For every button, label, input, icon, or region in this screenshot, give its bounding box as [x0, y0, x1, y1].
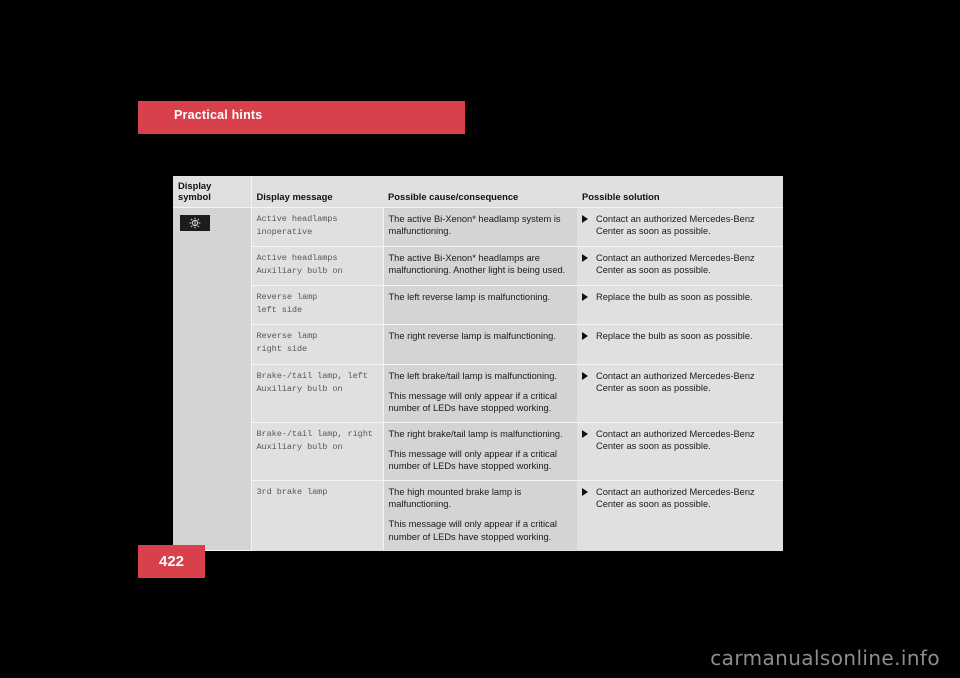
triangle-bullet-icon	[582, 429, 590, 438]
table-row: Brake-/tail lamp, right Auxiliary bulb o…	[173, 422, 783, 481]
solution-text: Contact an authorized Mercedes-Benz Cent…	[596, 253, 755, 276]
table-header-row: Display symbol Display message Possible …	[173, 176, 783, 208]
cause-paragraph: This message will only appear if a criti…	[388, 448, 557, 472]
display-message-text: 3rd brake lamp	[256, 486, 328, 497]
cause-paragraph: The active Bi-Xenon* headlamp system is …	[388, 214, 561, 237]
table-row: Active headlamps Auxiliary bulb on The ac…	[173, 246, 783, 287]
display-message-text: Brake-/tail lamp, right Auxiliary bulb o…	[256, 428, 373, 452]
cell-possible-solution: Contact an authorized Mercedes-Benz Cent…	[577, 246, 783, 287]
solution-item: Replace the bulb as soon as possible.	[582, 291, 777, 303]
solution-text: Contact an authorized Mercedes-Benz Cent…	[596, 214, 755, 237]
cell-display-message: Active headlamps Auxiliary bulb on	[251, 246, 384, 287]
cause-paragraph: The high mounted brake lamp is malfuncti…	[388, 486, 522, 510]
solution-item: Contact an authorized Mercedes-Benz Cent…	[582, 213, 777, 238]
solution-text: Contact an authorized Mercedes-Benz Cent…	[596, 486, 755, 510]
cause-paragraph: The active Bi-Xenon* headlamps are malfu…	[388, 253, 566, 276]
triangle-bullet-icon	[582, 487, 590, 496]
section-tab: Practical hints	[138, 101, 465, 134]
solution-item: Contact an authorized Mercedes-Benz Cent…	[582, 252, 777, 277]
cell-possible-cause: The active Bi-Xenon* headlamps are malfu…	[383, 246, 577, 287]
cause-paragraph: This message will only appear if a criti…	[388, 519, 557, 542]
cell-display-message: Brake-/tail lamp, right Auxiliary bulb o…	[251, 422, 384, 481]
solution-item: Replace the bulb as soon as possible.	[582, 330, 777, 342]
manual-page: Practical hints Display symbol Display m…	[0, 0, 960, 678]
triangle-bullet-icon	[582, 293, 590, 302]
cell-display-message: 3rd brake lamp	[251, 480, 384, 551]
cell-possible-cause: The left reverse lamp is malfunctioning.	[383, 285, 577, 326]
cell-possible-solution: Contact an authorized Mercedes-Benz Cent…	[577, 480, 783, 551]
display-message-text: Reverse lamp left side	[256, 292, 318, 316]
display-messages-table: Display symbol Display message Possible …	[173, 176, 783, 551]
cell-possible-cause: The left brake/tail lamp is malfunctioni…	[383, 364, 577, 423]
display-message-text: Reverse lamp right side	[256, 331, 318, 355]
solution-text: Contact an authorized Mercedes-Benz Cent…	[596, 370, 755, 393]
solution-item: Contact an authorized Mercedes-Benz Cent…	[582, 428, 777, 453]
watermark: carmanualsonline.info	[710, 646, 940, 670]
cell-display-message: Active headlamps inoperative	[251, 207, 384, 248]
table-body: Active headlamps inoperative The active B…	[173, 207, 783, 551]
cause-paragraph: The left reverse lamp is malfunctioning.	[388, 292, 551, 303]
cell-possible-solution: Contact an authorized Mercedes-Benz Cent…	[577, 207, 783, 248]
cell-possible-solution: Replace the bulb as soon as possible.	[577, 324, 783, 365]
triangle-bullet-icon	[582, 254, 590, 263]
column-header-display-message: Display message	[251, 176, 383, 208]
cell-possible-cause: The right reverse lamp is malfunctioning…	[383, 324, 577, 365]
cell-possible-solution: Replace the bulb as soon as possible.	[577, 285, 783, 326]
cause-paragraph: The left brake/tail lamp is malfunctioni…	[388, 370, 557, 381]
column-header-possible-cause: Possible cause/consequence	[383, 176, 577, 208]
display-message-text: Active headlamps inoperative	[256, 214, 338, 238]
cell-possible-solution: Contact an authorized Mercedes-Benz Cent…	[577, 364, 783, 423]
page-number-block: 422	[138, 545, 205, 578]
column-header-possible-solution: Possible solution	[577, 176, 783, 208]
table-row: Active headlamps inoperative The active B…	[173, 207, 783, 551]
table-row: Brake-/tail lamp, left Auxiliary bulb on…	[173, 364, 783, 423]
cell-possible-cause: The right brake/tail lamp is malfunction…	[383, 422, 577, 481]
cell-possible-cause: The active Bi-Xenon* headlamp system is …	[383, 207, 577, 248]
cell-display-message: Reverse lamp right side	[251, 324, 384, 365]
cell-display-symbol	[173, 207, 252, 551]
triangle-bullet-icon	[582, 332, 590, 341]
cell-possible-cause: The high mounted brake lamp is malfuncti…	[383, 480, 577, 551]
solution-item: Contact an authorized Mercedes-Benz Cent…	[582, 370, 777, 395]
column-header-display-symbol: Display symbol	[173, 176, 252, 208]
section-title: Practical hints	[174, 108, 263, 122]
page-number: 422	[158, 553, 185, 570]
table-row: Reverse lamp right side The right reverse…	[173, 324, 783, 365]
cause-paragraph: The right brake/tail lamp is malfunction…	[388, 428, 563, 439]
display-message-text: Brake-/tail lamp, left Auxiliary bulb on	[256, 370, 368, 394]
triangle-bullet-icon	[582, 371, 590, 380]
cause-paragraph: This message will only appear if a criti…	[388, 390, 557, 414]
cause-paragraph: The right reverse lamp is malfunctioning…	[388, 331, 556, 342]
headlamp-indicator-icon	[180, 215, 210, 231]
table-row: 3rd brake lamp The high mounted brake lam…	[173, 480, 783, 551]
cell-display-message: Reverse lamp left side	[251, 285, 384, 326]
display-message-text: Active headlamps Auxiliary bulb on	[256, 253, 343, 277]
solution-text: Contact an authorized Mercedes-Benz Cent…	[596, 428, 755, 451]
triangle-bullet-icon	[582, 215, 590, 223]
cell-possible-solution: Contact an authorized Mercedes-Benz Cent…	[577, 422, 783, 481]
solution-text: Replace the bulb as soon as possible.	[596, 292, 753, 303]
solution-text: Replace the bulb as soon as possible.	[596, 331, 753, 342]
solution-item: Contact an authorized Mercedes-Benz Cent…	[582, 486, 777, 511]
cell-display-message: Brake-/tail lamp, left Auxiliary bulb on	[251, 364, 384, 423]
table-row: Reverse lamp left side The left reverse l…	[173, 285, 783, 326]
